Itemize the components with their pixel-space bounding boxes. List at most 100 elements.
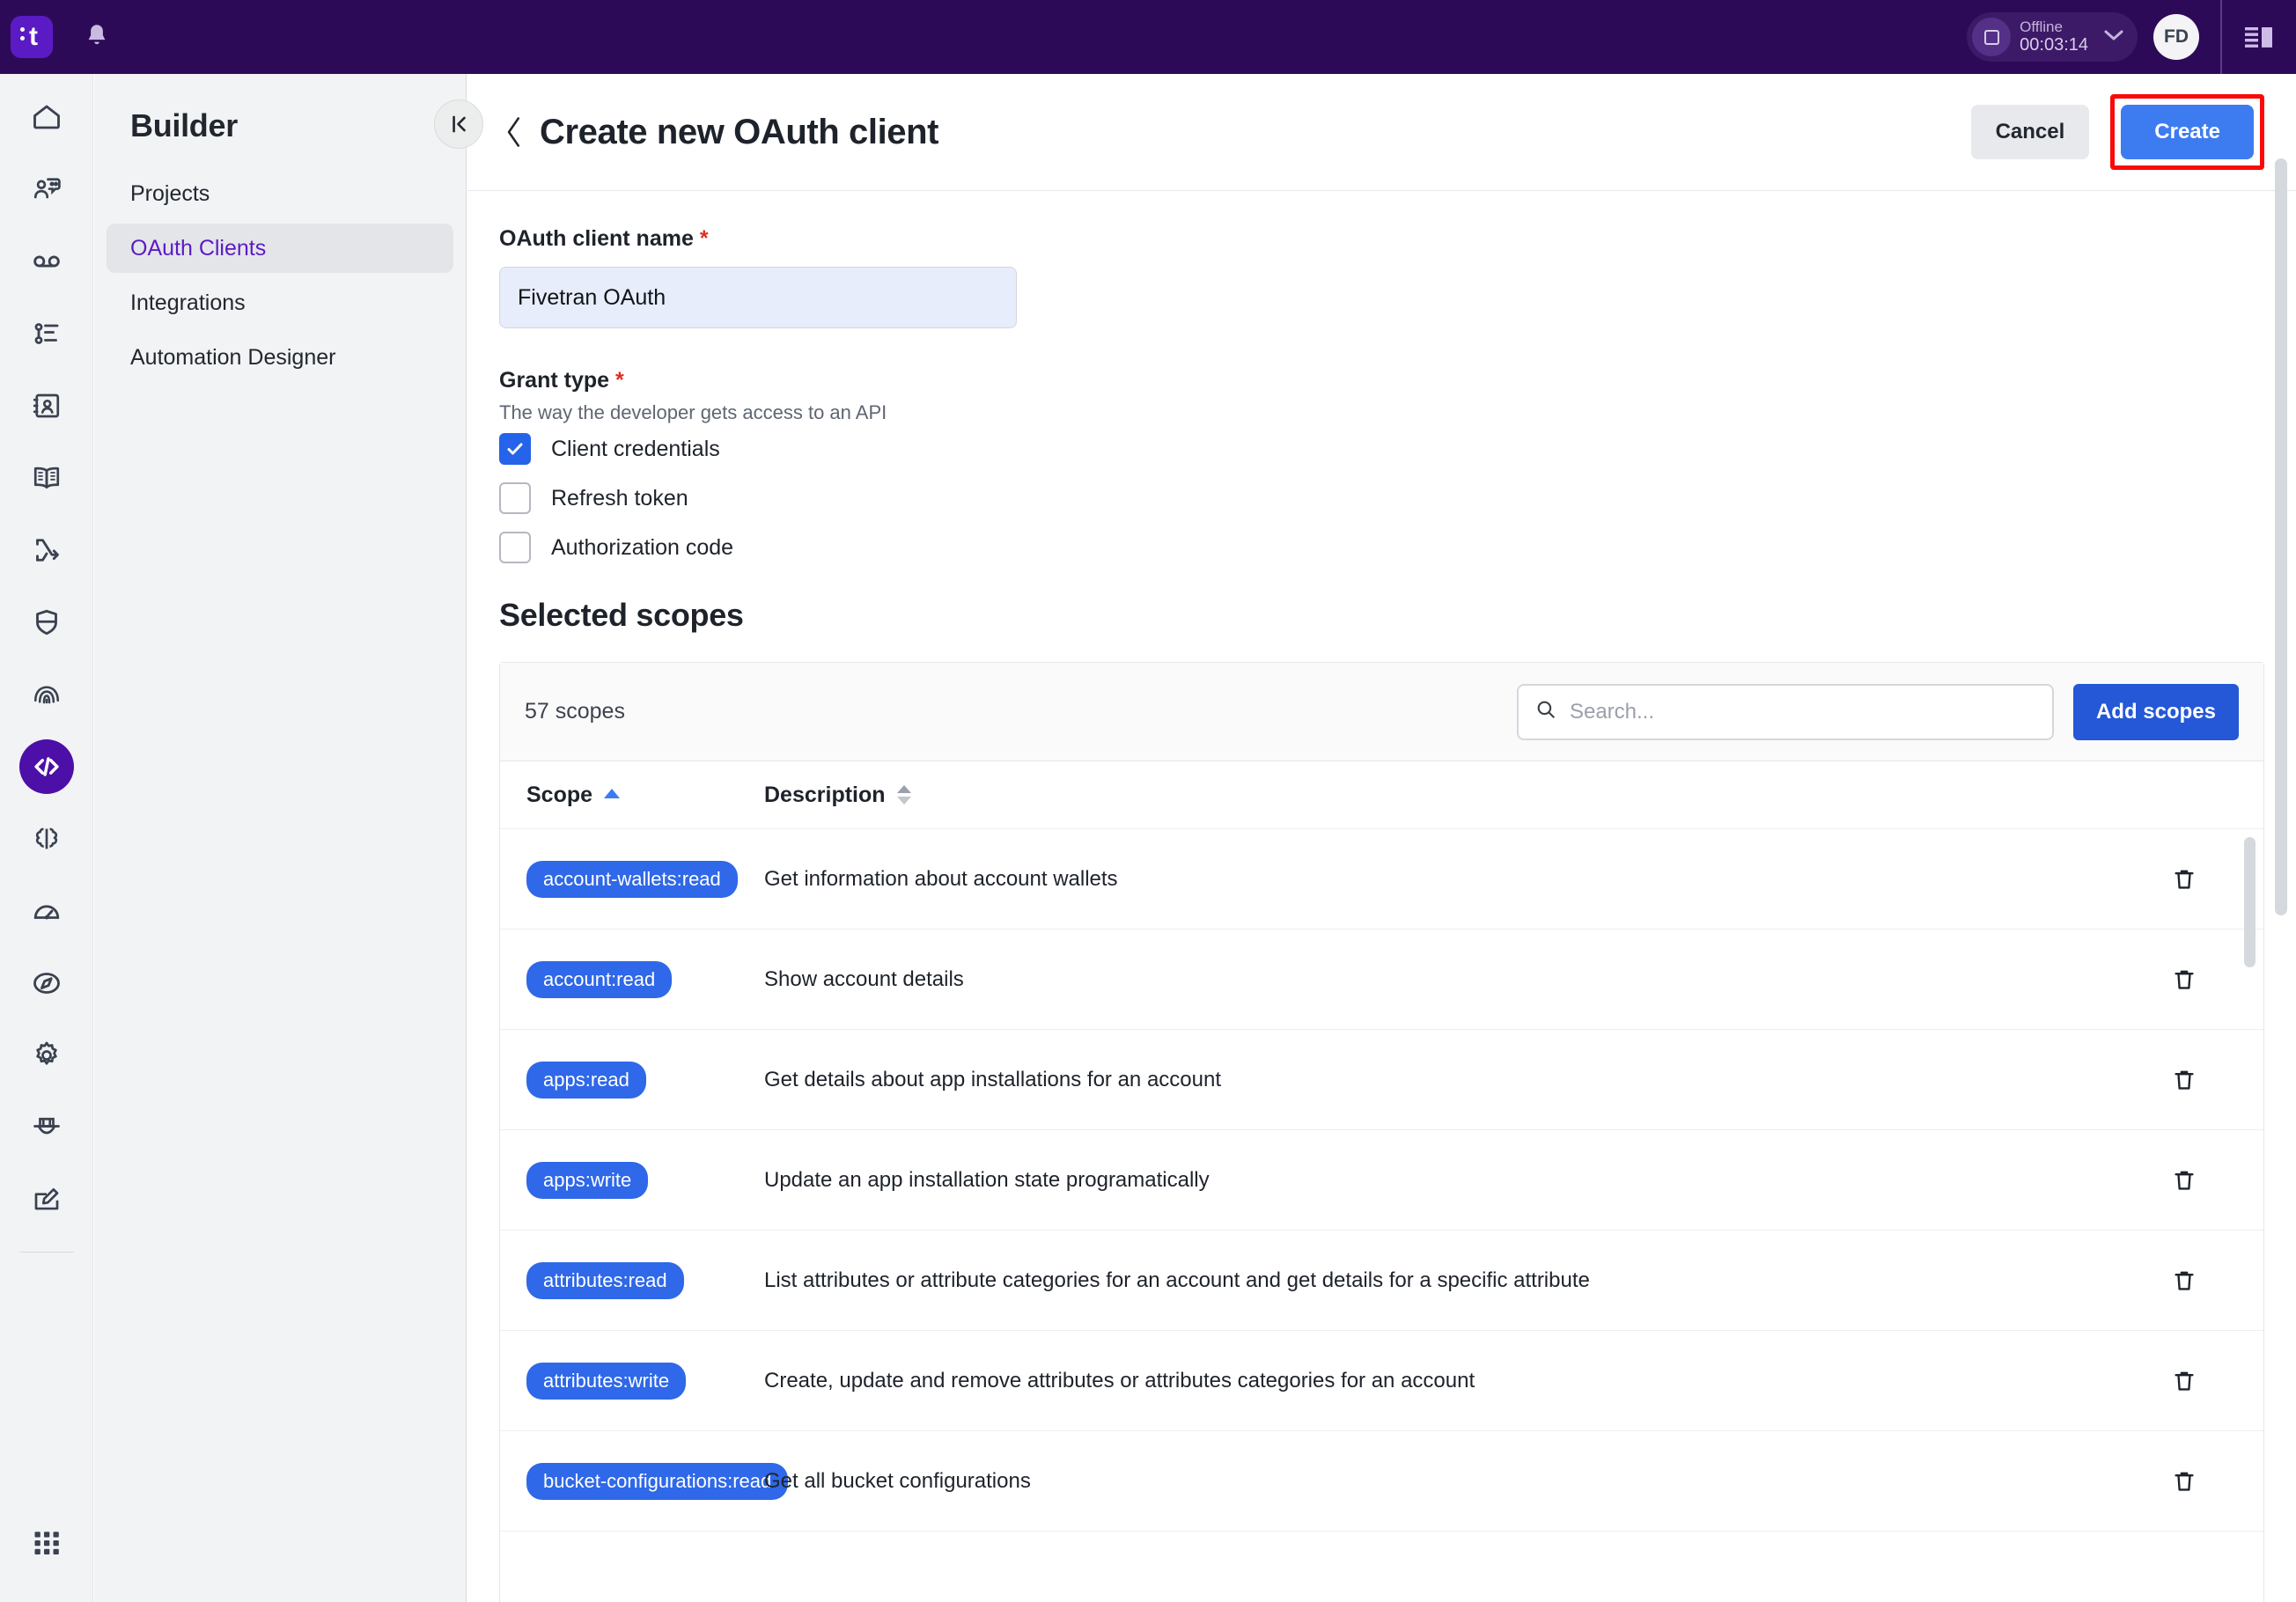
code-icon[interactable] <box>18 739 74 794</box>
scope-cell: attributes:read <box>526 1261 764 1299</box>
grant-option-refresh-token[interactable]: Refresh token <box>499 474 2264 523</box>
chevron-down-icon[interactable] <box>2102 28 2125 47</box>
table-row[interactable]: attributes:write Create, update and remo… <box>500 1330 2263 1430</box>
search-icon <box>1534 698 1557 725</box>
create-button[interactable]: Create <box>2121 105 2254 159</box>
description-cell: List attributes or attribute categories … <box>764 1268 1590 1292</box>
agent-status-pill[interactable]: Offline 00:03:14 <box>1967 12 2138 62</box>
description-cell: Update an app installation state program… <box>764 1167 1210 1192</box>
sidebar-item-oauth-clients[interactable]: OAuth Clients <box>107 224 453 273</box>
table-row[interactable]: apps:write Update an app installation st… <box>500 1129 2263 1230</box>
create-button-highlight: Create <box>2110 94 2264 170</box>
scopes-search-input[interactable] <box>1569 699 2036 724</box>
table-row[interactable]: account:read Show account details <box>500 929 2263 1029</box>
table-row[interactable]: attributes:read List attributes or attri… <box>500 1230 2263 1330</box>
scopes-toolbar: 57 scopes Add scopes <box>500 663 2263 761</box>
trash-icon[interactable] <box>2131 866 2237 893</box>
trash-icon[interactable] <box>2131 1368 2237 1394</box>
ai-brain-icon[interactable] <box>19 812 74 866</box>
bell-icon[interactable] <box>72 12 121 62</box>
sidebar-item-label: Automation Designer <box>130 344 336 370</box>
sort-ascending-icon[interactable] <box>604 788 621 798</box>
trash-icon[interactable] <box>2131 1468 2237 1495</box>
academy-icon[interactable] <box>19 1100 74 1155</box>
scopes-search-box[interactable] <box>1516 683 2054 740</box>
label-text: Grant type <box>499 368 610 393</box>
scope-cell: account-wallets:read <box>526 860 764 898</box>
sidebar-item-projects[interactable]: Projects <box>107 169 453 218</box>
selected-scopes-heading: Selected scopes <box>499 597 744 633</box>
avatar[interactable]: FD <box>2153 14 2199 60</box>
scope-cell: apps:read <box>526 1061 764 1099</box>
rail-divider <box>18 1252 74 1253</box>
column-label: Description <box>764 782 886 807</box>
oauth-client-name-label: OAuth client name * <box>499 226 2264 252</box>
trash-icon[interactable] <box>2131 1167 2237 1194</box>
scope-cell: account:read <box>526 960 764 998</box>
sidebar-item-automation-designer[interactable]: Automation Designer <box>107 333 453 382</box>
cancel-button[interactable]: Cancel <box>1970 105 2090 159</box>
status-text: Offline 00:03:14 <box>2020 18 2088 55</box>
table-row-partial[interactable] <box>500 1531 2263 1602</box>
scopes-table-header: Scope Description <box>500 761 2263 828</box>
conversations-icon[interactable] <box>19 162 74 217</box>
gear-icon[interactable] <box>19 1028 74 1083</box>
status-timer: 00:03:14 <box>2020 35 2088 55</box>
main-content: Create new OAuth client Cancel Create OA… <box>467 74 2296 1602</box>
scope-cell: bucket-configurations:read <box>526 1462 789 1500</box>
compose-icon[interactable] <box>19 1172 74 1227</box>
collapse-panel-icon[interactable] <box>434 99 483 149</box>
grant-option-client-credentials[interactable]: Client credentials <box>499 424 2264 474</box>
grant-option-label: Authorization code <box>551 534 734 560</box>
routing-flow-icon[interactable] <box>19 523 74 577</box>
panel-layout-icon[interactable] <box>2222 0 2296 74</box>
column-header-scope[interactable]: Scope <box>526 783 764 808</box>
sort-none-icon[interactable] <box>896 785 911 805</box>
description-cell: Get all bucket configurations <box>764 1468 1031 1493</box>
checkbox-icon[interactable] <box>499 532 531 563</box>
trash-icon[interactable] <box>2131 966 2237 993</box>
activity-list-icon[interactable] <box>19 306 74 361</box>
compass-icon[interactable] <box>19 956 74 1010</box>
checkbox-icon[interactable] <box>499 482 531 514</box>
fingerprint-icon[interactable] <box>19 667 74 722</box>
scope-badge: account-wallets:read <box>526 860 738 898</box>
grant-option-authorization-code[interactable]: Authorization code <box>499 523 2264 572</box>
page-header: Create new OAuth client Cancel Create <box>467 74 2296 191</box>
scope-cell: apps:write <box>526 1161 764 1199</box>
table-row[interactable]: apps:read Get details about app installa… <box>500 1029 2263 1129</box>
scope-badge: bucket-configurations:read <box>526 1462 789 1500</box>
contacts-icon[interactable] <box>19 378 74 433</box>
sidebar-item-integrations[interactable]: Integrations <box>107 278 453 327</box>
create-oauth-client-title: Create new OAuth client <box>540 112 939 151</box>
table-row[interactable]: bucket-configurations:read Get all bucke… <box>500 1430 2263 1531</box>
column-header-description[interactable]: Description <box>764 783 2237 808</box>
table-row[interactable]: account-wallets:read Get information abo… <box>500 828 2263 929</box>
trash-icon[interactable] <box>2131 1268 2237 1294</box>
description-cell: Get details about app installations for … <box>764 1067 1221 1091</box>
checkbox-checked-icon[interactable] <box>499 433 531 465</box>
chevron-left-icon[interactable] <box>494 115 534 149</box>
status-square-icon <box>1972 18 2012 56</box>
home-icon[interactable] <box>19 90 74 144</box>
scope-badge: attributes:read <box>526 1261 684 1299</box>
scopes-table-scrollbar[interactable] <box>2244 837 2256 967</box>
oauth-client-name-input[interactable] <box>499 267 1017 328</box>
add-scopes-button[interactable]: Add scopes <box>2072 683 2239 740</box>
top-bar: t Offline 00:03:14 FD <box>0 0 2296 74</box>
scope-badge: apps:read <box>526 1061 646 1099</box>
voicemail-icon[interactable] <box>19 234 74 289</box>
description-cell: Get information about account wallets <box>764 866 1118 891</box>
scopes-table-body: account-wallets:read Get information abo… <box>500 828 2263 1602</box>
grant-option-label: Client credentials <box>551 436 720 461</box>
status-label: Offline <box>2020 18 2063 36</box>
knowledge-book-icon[interactable] <box>19 451 74 505</box>
talkdesk-logo[interactable]: t <box>11 16 53 58</box>
page-scrollbar[interactable] <box>2275 158 2287 915</box>
required-mark: * <box>699 226 709 251</box>
shield-icon[interactable] <box>19 595 74 650</box>
gauge-icon[interactable] <box>19 884 74 938</box>
apps-grid-icon[interactable] <box>19 1516 74 1570</box>
required-mark: * <box>614 368 624 393</box>
trash-icon[interactable] <box>2131 1067 2237 1093</box>
